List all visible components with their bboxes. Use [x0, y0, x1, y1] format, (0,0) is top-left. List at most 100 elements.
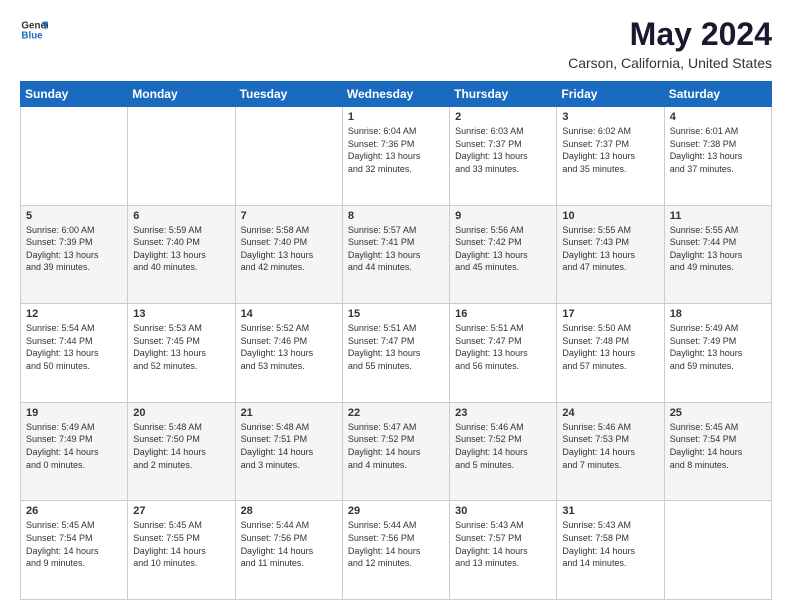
col-saturday: Saturday	[664, 82, 771, 107]
day-number: 3	[562, 111, 658, 123]
day-number: 7	[241, 210, 337, 222]
calendar-table: Sunday Monday Tuesday Wednesday Thursday…	[20, 81, 772, 600]
day-number: 1	[348, 111, 444, 123]
day-number: 16	[455, 308, 551, 320]
calendar-cell-w1-d3	[235, 107, 342, 206]
day-details: Sunrise: 5:44 AM Sunset: 7:56 PM Dayligh…	[241, 519, 337, 569]
calendar-cell-w4-d6: 24 Sunrise: 5:46 AM Sunset: 7:53 PM Dayli…	[557, 402, 664, 501]
calendar-cell-w3-d5: 16 Sunrise: 5:51 AM Sunset: 7:47 PM Dayli…	[450, 304, 557, 403]
day-details: Sunrise: 5:53 AM Sunset: 7:45 PM Dayligh…	[133, 322, 229, 372]
calendar-week-3: 12 Sunrise: 5:54 AM Sunset: 7:44 PM Dayli…	[21, 304, 772, 403]
calendar-cell-w1-d6: 3 Sunrise: 6:02 AM Sunset: 7:37 PM Daylig…	[557, 107, 664, 206]
day-number: 28	[241, 505, 337, 517]
day-details: Sunrise: 5:49 AM Sunset: 7:49 PM Dayligh…	[670, 322, 766, 372]
location: Carson, California, United States	[568, 55, 772, 71]
title-block: May 2024 Carson, California, United Stat…	[568, 16, 772, 71]
calendar-cell-w5-d4: 29 Sunrise: 5:44 AM Sunset: 7:56 PM Dayli…	[342, 501, 449, 600]
calendar-cell-w4-d2: 20Sunrise: 5:48 AM Sunset: 7:50 PM Dayli…	[128, 402, 235, 501]
day-number: 21	[241, 407, 337, 419]
day-details: Sunrise: 5:59 AM Sunset: 7:40 PM Dayligh…	[133, 224, 229, 274]
day-number: 24	[562, 407, 658, 419]
day-number: 25	[670, 407, 766, 419]
day-details: Sunrise: 5:49 AM Sunset: 7:49 PM Dayligh…	[26, 421, 122, 471]
day-number: 4	[670, 111, 766, 123]
day-number: 15	[348, 308, 444, 320]
col-thursday: Thursday	[450, 82, 557, 107]
calendar-cell-w3-d3: 14Sunrise: 5:52 AM Sunset: 7:46 PM Dayli…	[235, 304, 342, 403]
day-number: 27	[133, 505, 229, 517]
calendar-cell-w4-d1: 19 Sunrise: 5:49 AM Sunset: 7:49 PM Dayli…	[21, 402, 128, 501]
day-details: Sunrise: 5:45 AM Sunset: 7:54 PM Dayligh…	[670, 421, 766, 471]
day-number: 14	[241, 308, 337, 320]
day-details: Sunrise: 5:55 AM Sunset: 7:44 PM Dayligh…	[670, 224, 766, 274]
calendar-cell-w5-d1: 26 Sunrise: 5:45 AM Sunset: 7:54 PM Dayli…	[21, 501, 128, 600]
col-wednesday: Wednesday	[342, 82, 449, 107]
calendar-week-2: 5 Sunrise: 6:00 AM Sunset: 7:39 PM Daylig…	[21, 205, 772, 304]
calendar-cell-w4-d3: 21 Sunrise: 5:48 AM Sunset: 7:51 PM Dayli…	[235, 402, 342, 501]
calendar-cell-w2-d4: 8Sunrise: 5:57 AM Sunset: 7:41 PM Daylig…	[342, 205, 449, 304]
day-details: Sunrise: 5:56 AM Sunset: 7:42 PM Dayligh…	[455, 224, 551, 274]
day-number: 13	[133, 308, 229, 320]
header: General Blue May 2024 Carson, California…	[20, 16, 772, 71]
calendar-cell-w2-d3: 7Sunrise: 5:58 AM Sunset: 7:40 PM Daylig…	[235, 205, 342, 304]
calendar-cell-w3-d1: 12 Sunrise: 5:54 AM Sunset: 7:44 PM Dayli…	[21, 304, 128, 403]
day-number: 20	[133, 407, 229, 419]
day-number: 19	[26, 407, 122, 419]
page: General Blue May 2024 Carson, California…	[0, 0, 792, 612]
day-details: Sunrise: 6:01 AM Sunset: 7:38 PM Dayligh…	[670, 125, 766, 175]
day-details: Sunrise: 5:45 AM Sunset: 7:54 PM Dayligh…	[26, 519, 122, 569]
day-number: 2	[455, 111, 551, 123]
day-details: Sunrise: 5:51 AM Sunset: 7:47 PM Dayligh…	[455, 322, 551, 372]
col-sunday: Sunday	[21, 82, 128, 107]
calendar-cell-w1-d1	[21, 107, 128, 206]
calendar-cell-w4-d4: 22Sunrise: 5:47 AM Sunset: 7:52 PM Dayli…	[342, 402, 449, 501]
calendar-cell-w2-d5: 9Sunrise: 5:56 AM Sunset: 7:42 PM Daylig…	[450, 205, 557, 304]
day-number: 17	[562, 308, 658, 320]
calendar-week-1: 1 Sunrise: 6:04 AM Sunset: 7:36 PM Daylig…	[21, 107, 772, 206]
calendar-cell-w4-d7: 25 Sunrise: 5:45 AM Sunset: 7:54 PM Dayli…	[664, 402, 771, 501]
day-details: Sunrise: 5:51 AM Sunset: 7:47 PM Dayligh…	[348, 322, 444, 372]
calendar-cell-w2-d7: 11 Sunrise: 5:55 AM Sunset: 7:44 PM Dayli…	[664, 205, 771, 304]
calendar-cell-w1-d4: 1 Sunrise: 6:04 AM Sunset: 7:36 PM Daylig…	[342, 107, 449, 206]
col-tuesday: Tuesday	[235, 82, 342, 107]
day-number: 18	[670, 308, 766, 320]
calendar-week-5: 26 Sunrise: 5:45 AM Sunset: 7:54 PM Dayli…	[21, 501, 772, 600]
day-number: 29	[348, 505, 444, 517]
day-details: Sunrise: 5:46 AM Sunset: 7:52 PM Dayligh…	[455, 421, 551, 471]
day-details: Sunrise: 5:57 AM Sunset: 7:41 PM Dayligh…	[348, 224, 444, 274]
svg-text:Blue: Blue	[21, 30, 43, 41]
day-number: 11	[670, 210, 766, 222]
day-number: 5	[26, 210, 122, 222]
calendar-cell-w1-d7: 4 Sunrise: 6:01 AM Sunset: 7:38 PM Daylig…	[664, 107, 771, 206]
calendar-cell-w5-d7	[664, 501, 771, 600]
logo: General Blue	[20, 16, 48, 44]
calendar-cell-w3-d2: 13 Sunrise: 5:53 AM Sunset: 7:45 PM Dayli…	[128, 304, 235, 403]
day-details: Sunrise: 5:54 AM Sunset: 7:44 PM Dayligh…	[26, 322, 122, 372]
calendar-cell-w2-d2: 6Sunrise: 5:59 AM Sunset: 7:40 PM Daylig…	[128, 205, 235, 304]
day-details: Sunrise: 6:04 AM Sunset: 7:36 PM Dayligh…	[348, 125, 444, 175]
day-number: 22	[348, 407, 444, 419]
day-number: 26	[26, 505, 122, 517]
calendar-cell-w2-d6: 10 Sunrise: 5:55 AM Sunset: 7:43 PM Dayli…	[557, 205, 664, 304]
month-title: May 2024	[568, 16, 772, 53]
day-details: Sunrise: 5:55 AM Sunset: 7:43 PM Dayligh…	[562, 224, 658, 274]
day-details: Sunrise: 5:48 AM Sunset: 7:51 PM Dayligh…	[241, 421, 337, 471]
day-details: Sunrise: 5:44 AM Sunset: 7:56 PM Dayligh…	[348, 519, 444, 569]
day-number: 30	[455, 505, 551, 517]
day-details: Sunrise: 5:46 AM Sunset: 7:53 PM Dayligh…	[562, 421, 658, 471]
day-number: 12	[26, 308, 122, 320]
day-details: Sunrise: 5:50 AM Sunset: 7:48 PM Dayligh…	[562, 322, 658, 372]
calendar-cell-w5-d2: 27Sunrise: 5:45 AM Sunset: 7:55 PM Dayli…	[128, 501, 235, 600]
calendar-cell-w5-d6: 31Sunrise: 5:43 AM Sunset: 7:58 PM Dayli…	[557, 501, 664, 600]
day-number: 10	[562, 210, 658, 222]
col-friday: Friday	[557, 82, 664, 107]
day-number: 23	[455, 407, 551, 419]
calendar-week-4: 19 Sunrise: 5:49 AM Sunset: 7:49 PM Dayli…	[21, 402, 772, 501]
day-details: Sunrise: 6:00 AM Sunset: 7:39 PM Dayligh…	[26, 224, 122, 274]
logo-icon: General Blue	[20, 16, 48, 44]
calendar-cell-w2-d1: 5 Sunrise: 6:00 AM Sunset: 7:39 PM Daylig…	[21, 205, 128, 304]
calendar-cell-w4-d5: 23 Sunrise: 5:46 AM Sunset: 7:52 PM Dayli…	[450, 402, 557, 501]
calendar-cell-w1-d2	[128, 107, 235, 206]
day-details: Sunrise: 6:02 AM Sunset: 7:37 PM Dayligh…	[562, 125, 658, 175]
calendar-cell-w3-d6: 17 Sunrise: 5:50 AM Sunset: 7:48 PM Dayli…	[557, 304, 664, 403]
